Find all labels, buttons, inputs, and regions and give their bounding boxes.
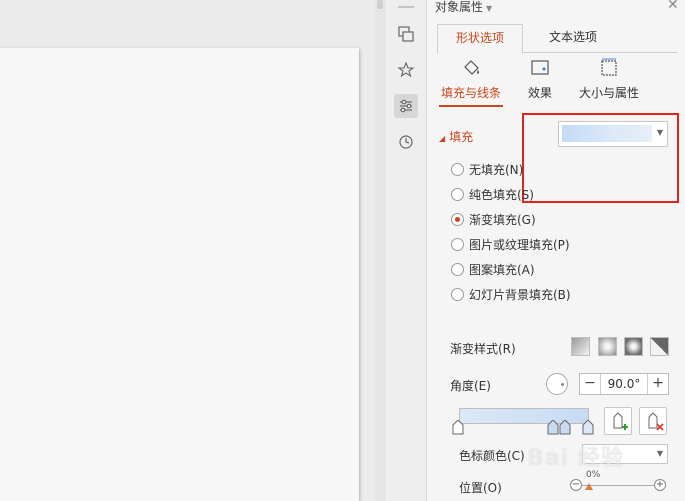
menu-icon[interactable]: [398, 0, 414, 8]
gradient-stop-handle[interactable]: [559, 420, 571, 435]
slide-page[interactable]: [0, 48, 359, 501]
position-increase-button[interactable]: +: [654, 479, 666, 491]
path-gradient-style-button[interactable]: [650, 337, 669, 356]
angle-spinner[interactable]: − 90.0° +: [579, 373, 669, 395]
chevron-down-icon: ▼: [656, 449, 663, 458]
radio-no-fill[interactable]: 无填充(N): [451, 160, 523, 178]
radio-label: 无填充(N): [469, 162, 524, 177]
panel-title-text: 对象属性: [435, 0, 484, 14]
gradient-stop-handle[interactable]: [547, 420, 559, 435]
fill-section-title: 填充: [449, 130, 474, 144]
active-underline: [439, 105, 503, 107]
highlight-box: [522, 113, 679, 203]
radio-picture-texture-fill[interactable]: 图片或纹理填充(P): [451, 235, 570, 253]
remove-stop-icon: [648, 412, 664, 431]
chevron-down-icon: ▼: [486, 4, 493, 13]
decrement-button[interactable]: −: [580, 374, 601, 394]
subtab-size-properties-label: 大小与属性: [578, 86, 639, 100]
gradient-stop-handle[interactable]: [582, 420, 594, 435]
remove-gradient-stop-button[interactable]: [639, 407, 667, 435]
add-stop-icon: [613, 412, 628, 430]
vertical-scrollbar[interactable]: [374, 0, 386, 501]
radio-button[interactable]: [451, 262, 464, 276]
subtab-fill-line-label: 填充与线条: [440, 86, 501, 100]
radio-button-selected[interactable]: [451, 212, 464, 226]
scrollbar-thumb[interactable]: [377, 0, 383, 9]
increment-button[interactable]: +: [647, 374, 668, 394]
angle-label: 角度(E): [450, 379, 491, 393]
radio-button[interactable]: [451, 287, 464, 301]
slide-canvas-area: [0, 0, 374, 501]
watermark-logo: Bai 经验: [527, 446, 624, 471]
side-toolbar: [386, 0, 427, 501]
star-animation-icon[interactable]: [394, 58, 418, 82]
radio-button[interactable]: [451, 237, 464, 251]
radio-slide-background-fill[interactable]: 幻灯片背景填充(B): [451, 285, 571, 303]
radio-label: 图片或纹理填充(P): [469, 237, 570, 252]
properties-sliders-icon[interactable]: [394, 94, 418, 118]
radio-label: 纯色填充(S): [469, 187, 534, 202]
subtab-effects[interactable]: 效果: [525, 58, 555, 101]
angle-dial[interactable]: [546, 373, 568, 395]
subtab-fill-line[interactable]: 填充与线条: [439, 58, 503, 107]
radial-gradient-style-button[interactable]: [598, 337, 617, 356]
history-icon[interactable]: [394, 130, 418, 154]
radio-button[interactable]: [451, 187, 464, 201]
subtabs: 填充与线条 效果 大小与属性: [427, 58, 685, 107]
fill-section-header[interactable]: ◢ 填充: [439, 128, 473, 145]
linear-gradient-style-button[interactable]: [571, 337, 590, 356]
size-icon: [601, 58, 617, 76]
radio-label: 图案填充(A): [469, 262, 535, 277]
close-icon[interactable]: ✕: [667, 0, 679, 13]
effects-icon: [531, 60, 549, 75]
gradient-style-label: 渐变样式(R): [450, 342, 516, 356]
radio-button[interactable]: [451, 162, 464, 176]
gradient-stop-handle[interactable]: [452, 420, 464, 435]
panel-title[interactable]: 对象属性 ▼: [435, 0, 492, 15]
stop-color-label: 色标颜色(C): [459, 449, 525, 463]
tab-shape-options[interactable]: 形状选项: [437, 24, 523, 54]
add-gradient-stop-button[interactable]: [604, 407, 632, 435]
position-label: 位置(O): [459, 481, 502, 495]
copy-shapes-icon[interactable]: [394, 22, 418, 46]
radio-solid-fill[interactable]: 纯色填充(S): [451, 185, 534, 203]
paint-bucket-icon: [464, 60, 479, 75]
collapse-triangle-icon: ◢: [439, 134, 446, 143]
object-properties-panel: 对象属性 ▼ ✕ 形状选项 文本选项 填充与线条 效果 大小与属性 ◢ 填充 ▼ 无…: [427, 0, 685, 501]
angle-value[interactable]: 90.0°: [602, 374, 646, 394]
position-slider-thumb[interactable]: [585, 483, 593, 490]
radio-pattern-fill[interactable]: 图案填充(A): [451, 260, 535, 278]
radio-gradient-fill[interactable]: 渐变填充(G): [451, 210, 536, 228]
rectangular-gradient-style-button[interactable]: [624, 337, 643, 356]
tab-text-options[interactable]: 文本选项: [533, 24, 613, 52]
position-decrease-button[interactable]: −: [570, 479, 582, 491]
option-tabs: 形状选项 文本选项: [437, 24, 677, 54]
subtab-size-properties[interactable]: 大小与属性: [577, 58, 641, 101]
radio-label: 幻灯片背景填充(B): [469, 287, 571, 302]
radio-label: 渐变填充(G): [469, 212, 536, 227]
subtab-effects-label: 效果: [527, 86, 552, 100]
